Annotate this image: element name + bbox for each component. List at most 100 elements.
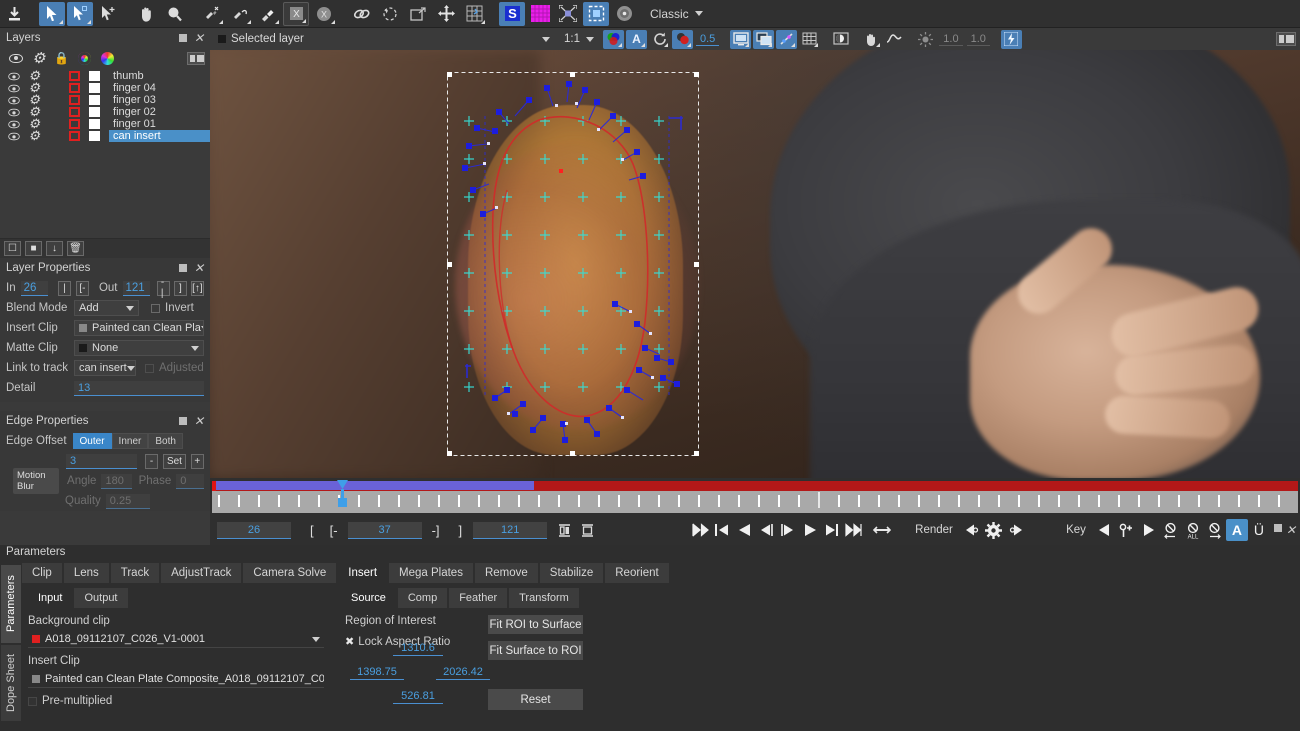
color-ring-icon[interactable] — [73, 51, 96, 65]
link-layer-icon[interactable] — [349, 2, 375, 26]
stabilize-icon[interactable]: S — [499, 1, 525, 26]
gear-icon[interactable] — [27, 52, 50, 65]
pointer-group-select-icon[interactable] — [67, 1, 93, 26]
overlay-opacity-field[interactable]: 0.5 — [696, 33, 720, 46]
vtab-dope-sheet[interactable]: Dope Sheet — [1, 645, 21, 721]
previous-key-icon[interactable] — [1094, 519, 1116, 541]
auto-icon[interactable] — [1000, 29, 1022, 49]
layer-name[interactable]: finger 02 — [109, 106, 210, 118]
set-in-bracket-button[interactable]: [ — [305, 523, 319, 538]
next-key-icon[interactable] — [1138, 519, 1160, 541]
layer-name[interactable]: finger 03 — [109, 94, 210, 106]
eye-icon[interactable] — [4, 53, 27, 63]
go-to-start-icon[interactable] — [689, 519, 711, 541]
offset-decrement-button[interactable]: - — [144, 453, 159, 469]
eye-icon[interactable] — [4, 108, 25, 117]
insert-clip-dropdown[interactable]: Painted can Clean Pla — [74, 320, 204, 336]
hand-drag-icon[interactable] — [861, 30, 882, 49]
edge-offset-field[interactable]: 3 — [66, 453, 137, 469]
tab-clip[interactable]: Clip — [22, 563, 62, 583]
goto-in-button[interactable]: [- — [75, 280, 89, 296]
lens-icon[interactable] — [611, 2, 637, 26]
panel-menu-icon[interactable] — [1276, 32, 1296, 46]
zoom-dropdown[interactable]: 1:1 — [564, 33, 594, 45]
grid-overlay-icon[interactable] — [799, 30, 820, 49]
curve-icon[interactable] — [884, 30, 905, 49]
fill-color-swatch[interactable] — [84, 131, 105, 141]
workspace-preset-dropdown[interactable]: Classic — [646, 5, 707, 23]
timeline-ruler[interactable] — [212, 491, 1298, 513]
edge-mode-inner[interactable]: Inner — [111, 433, 149, 449]
umlaut-key-icon[interactable]: Ü — [1248, 519, 1270, 541]
add-layer-icon[interactable]: ☐ — [4, 241, 21, 256]
pin-icon[interactable] — [1273, 524, 1282, 532]
trim-start-icon[interactable] — [555, 521, 574, 539]
x-spline-rect-icon[interactable]: X — [283, 1, 309, 26]
reset-button[interactable]: Reset — [488, 689, 583, 710]
render-preview-left-icon[interactable] — [961, 519, 983, 541]
play-forward-icon[interactable] — [799, 519, 821, 541]
set-out-button[interactable]: ] — [173, 280, 187, 296]
eye-icon[interactable] — [4, 132, 25, 141]
close-icon[interactable]: ✕ — [1286, 524, 1296, 536]
tab-mega-plates[interactable]: Mega Plates — [389, 563, 473, 583]
step-back-icon[interactable] — [755, 519, 777, 541]
outline-color-swatch[interactable] — [64, 71, 85, 81]
grid-icon[interactable] — [461, 2, 487, 26]
out-point-field[interactable]: 121 — [473, 521, 548, 539]
show-surface-icon[interactable] — [405, 2, 431, 26]
alpha-a-icon[interactable]: A — [626, 29, 647, 49]
delete-all-keys-icon[interactable]: ALL — [1182, 519, 1204, 541]
in-point-field[interactable]: 26 — [217, 521, 291, 539]
gamma-field[interactable]: 1.0 — [966, 33, 990, 46]
zoom-magnifier-icon[interactable] — [161, 2, 187, 26]
set-in-button[interactable]: | — [57, 280, 71, 296]
quality-field[interactable]: 0.25 — [105, 493, 150, 509]
tab-camera-solve[interactable]: Camera Solve — [243, 563, 337, 583]
pointer-add-point-icon[interactable] — [95, 2, 121, 26]
track-path-icon[interactable] — [776, 29, 798, 49]
import-icon[interactable] — [1, 2, 27, 26]
pin-icon[interactable] — [178, 264, 187, 272]
align-surface-icon[interactable] — [555, 2, 581, 26]
next-keyframe-icon[interactable] — [821, 519, 843, 541]
invert-checkbox[interactable] — [151, 303, 160, 313]
eye-icon[interactable] — [4, 84, 25, 93]
pin-icon[interactable] — [178, 34, 187, 42]
adjusted-checkbox[interactable] — [145, 363, 154, 373]
lock-icon[interactable]: 🔒 — [50, 51, 73, 65]
close-icon[interactable]: ✕ — [194, 415, 204, 427]
bezier-ellipse-icon[interactable]: X — [311, 2, 337, 26]
layer-name[interactable]: finger 01 — [109, 118, 210, 130]
transform-spline-icon[interactable] — [377, 2, 403, 26]
brightness-icon[interactable] — [915, 30, 936, 49]
fill-color-swatch[interactable] — [84, 71, 105, 81]
add-key-icon[interactable] — [1116, 519, 1138, 541]
fit-roi-to-surface-button[interactable]: Fit ROI to Surface — [488, 615, 583, 634]
layer-view-dropdown[interactable]: Selected layer — [214, 31, 554, 47]
render-preview-right-icon[interactable] — [1005, 519, 1027, 541]
list-item[interactable]: can insert — [0, 130, 211, 142]
edge-mode-outer[interactable]: Outer — [72, 433, 112, 449]
roi-top-field[interactable]: 1310.6 — [393, 641, 443, 656]
layer-view-icon[interactable] — [187, 51, 205, 65]
outline-color-swatch[interactable] — [64, 83, 85, 93]
tab-reorient[interactable]: Reorient — [605, 563, 669, 583]
subtab-output[interactable]: Output — [74, 588, 128, 608]
xspline-layer-icon[interactable] — [199, 2, 225, 26]
show-planar-grid-icon[interactable] — [433, 2, 459, 26]
close-icon[interactable]: ✕ — [194, 262, 204, 274]
duplicate-layer-icon[interactable]: ↓ — [46, 241, 63, 256]
delete-keys-after-icon[interactable] — [1204, 519, 1226, 541]
matte-clip-dropdown[interactable]: None — [74, 340, 204, 356]
eye-icon[interactable] — [4, 96, 25, 105]
trim-end-icon[interactable] — [578, 521, 597, 539]
offset-increment-button[interactable]: + — [190, 453, 205, 469]
out-field[interactable]: 121 — [122, 280, 150, 296]
timeline-layer-range[interactable] — [216, 481, 534, 490]
subtab-feather[interactable]: Feather — [449, 588, 508, 608]
bezier-layer-icon[interactable] — [227, 2, 253, 26]
in-field[interactable]: 26 — [20, 280, 48, 296]
outline-color-swatch[interactable] — [64, 107, 85, 117]
current-frame-field[interactable]: 37 — [347, 521, 422, 539]
